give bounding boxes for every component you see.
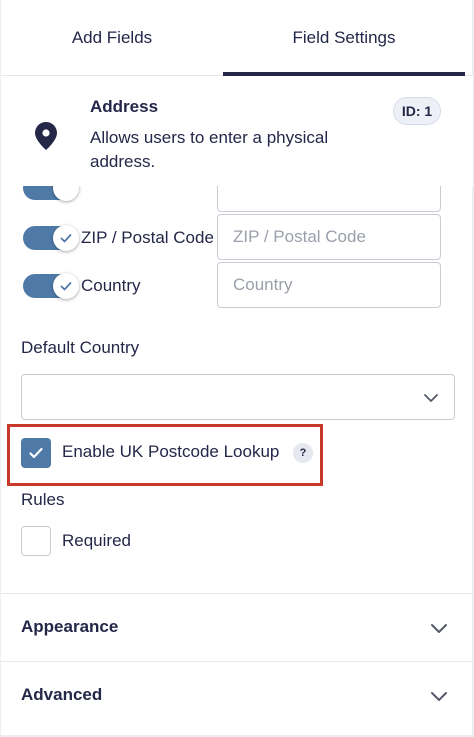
appearance-accordion[interactable]: Appearance <box>1 593 473 661</box>
default-country-label: Default Country <box>21 338 140 357</box>
field-title: Address <box>90 97 159 116</box>
toggle-country[interactable] <box>23 273 79 299</box>
toggle-knob <box>53 273 79 299</box>
tab-field-settings[interactable]: Field Settings <box>223 0 465 76</box>
toggle-knob <box>53 225 79 251</box>
required-checkbox[interactable] <box>21 526 51 556</box>
zip-label: ZIP / Postal Code <box>81 228 214 247</box>
country-placeholder-input[interactable] <box>217 262 441 308</box>
help-icon[interactable]: ? <box>293 443 313 463</box>
field-description: Allows users to enter a physical address… <box>90 128 329 171</box>
zip-placeholder-input[interactable] <box>217 214 441 260</box>
map-pin-icon <box>35 122 57 150</box>
tab-add-fields[interactable]: Add Fields <box>1 0 223 76</box>
required-label: Required <box>62 531 131 550</box>
field-settings-panel: Add Fields Field Settings Address Allows… <box>0 0 474 737</box>
tab-bar: Add Fields Field Settings <box>1 0 473 76</box>
check-icon <box>60 234 72 243</box>
uk-lookup-label: Enable UK Postcode Lookup <box>62 442 280 461</box>
rules-label: Rules <box>21 490 65 509</box>
appearance-label: Appearance <box>21 617 119 636</box>
advanced-accordion[interactable]: Advanced <box>1 661 473 729</box>
chevron-down-icon <box>431 692 447 701</box>
country-label: Country <box>81 276 141 295</box>
toggle-zip[interactable] <box>23 225 79 251</box>
check-icon <box>60 282 72 291</box>
chevron-down-icon <box>424 394 438 402</box>
advanced-label: Advanced <box>21 685 103 704</box>
uk-lookup-checkbox[interactable] <box>21 438 51 468</box>
chevron-down-icon <box>431 624 447 633</box>
default-country-select[interactable] <box>21 374 455 420</box>
field-id-badge: ID: 1 <box>393 97 441 125</box>
check-icon <box>29 447 43 459</box>
